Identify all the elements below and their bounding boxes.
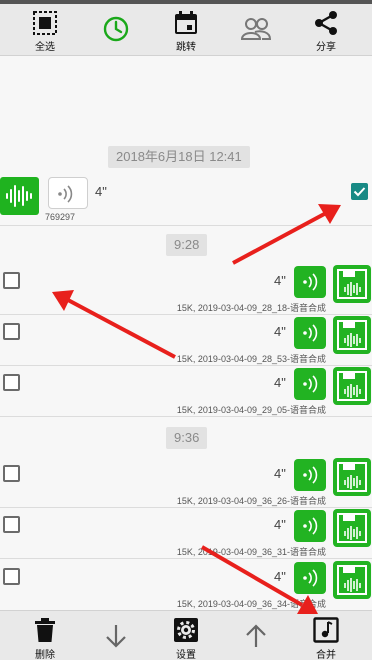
settings-label: 设置 — [176, 650, 196, 660]
audio-file-button[interactable] — [333, 367, 371, 405]
merge-button[interactable]: 合并 — [296, 611, 356, 660]
row-divider — [0, 558, 372, 559]
row-divider — [0, 365, 372, 366]
sender-avatar[interactable] — [0, 177, 39, 215]
file-info: 15K, 2019-03-04-09_29_05-语音合成 — [176, 405, 326, 415]
message-checkbox[interactable] — [3, 323, 20, 340]
clock-icon — [103, 16, 129, 42]
settings-button[interactable]: 设置 — [156, 611, 216, 660]
audio-file-button[interactable] — [333, 458, 371, 496]
voice-wave-icon — [303, 324, 318, 342]
music-note-icon — [313, 617, 339, 643]
row-divider — [0, 416, 372, 417]
audio-file-icon — [337, 565, 367, 595]
voice-bubble[interactable] — [48, 177, 88, 209]
audio-file-button[interactable] — [333, 509, 371, 547]
time-button[interactable] — [86, 4, 146, 56]
arrow-to-list — [52, 290, 176, 359]
share-icon — [315, 11, 337, 35]
file-info: 15K, 2019-03-04-09_36_26-语音合成 — [176, 496, 326, 506]
voice-duration: 4" — [95, 184, 107, 199]
audio-file-icon — [337, 269, 367, 299]
sender-id: 769297 — [45, 212, 76, 222]
merge-label: 合并 — [316, 650, 336, 660]
waveform-icon — [6, 185, 32, 207]
time-separator: 9:36 — [166, 427, 208, 449]
voice-bubble[interactable] — [294, 562, 326, 594]
voice-duration: 4" — [274, 324, 286, 339]
voice-duration: 4" — [274, 466, 286, 481]
contacts-button[interactable] — [226, 4, 286, 56]
voice-wave-icon — [303, 466, 318, 484]
row-divider — [0, 314, 372, 315]
voice-duration: 4" — [274, 375, 286, 390]
voice-bubble[interactable] — [294, 368, 326, 400]
app-screen: 全选 跳转 分享 2018年6月18日 12:41 4" 769297 9:28… — [0, 0, 372, 660]
move-up-button[interactable] — [226, 611, 286, 660]
message-checkbox[interactable] — [3, 465, 20, 482]
message-checkbox[interactable] — [3, 374, 20, 391]
voice-duration: 4" — [274, 517, 286, 532]
check-icon — [353, 187, 366, 197]
audio-file-icon — [337, 371, 367, 401]
calendar-icon — [175, 11, 197, 34]
arrow-up-icon — [246, 624, 266, 647]
select-all-icon — [33, 11, 57, 35]
jump-button[interactable]: 跳转 — [156, 4, 216, 56]
delete-button[interactable]: 删除 — [15, 611, 75, 660]
bottom-toolbar: 删除 设置 合并 — [0, 610, 372, 660]
time-separator: 9:28 — [166, 234, 208, 256]
row-divider — [0, 225, 372, 226]
people-icon — [241, 18, 271, 40]
voice-wave-icon — [303, 273, 318, 291]
voice-duration: 4" — [274, 569, 286, 584]
select-all-button[interactable]: 全选 — [15, 4, 75, 56]
voice-wave-icon — [58, 185, 73, 203]
message-checkbox[interactable] — [3, 516, 20, 533]
voice-bubble[interactable] — [294, 510, 326, 542]
delete-label: 删除 — [35, 650, 55, 660]
audio-file-icon — [337, 462, 367, 492]
jump-label: 跳转 — [176, 42, 196, 53]
voice-bubble[interactable] — [294, 317, 326, 349]
voice-duration: 4" — [274, 273, 286, 288]
message-checkbox[interactable] — [3, 272, 20, 289]
file-info: 15K, 2019-03-04-09_36_34-语音合成 — [176, 599, 326, 609]
voice-wave-icon — [303, 569, 318, 587]
file-info: 15K, 2019-03-04-09_36_31-语音合成 — [176, 547, 326, 557]
voice-wave-icon — [303, 517, 318, 535]
file-info: 15K, 2019-03-04-09_28_53-语音合成 — [176, 354, 326, 364]
gear-icon — [174, 618, 198, 642]
voice-wave-icon — [303, 375, 318, 393]
arrow-to-checkbox — [232, 204, 341, 265]
voice-bubble[interactable] — [294, 266, 326, 298]
file-info: 15K, 2019-03-04-09_28_18-语音合成 — [176, 303, 326, 313]
share-label: 分享 — [316, 42, 336, 53]
timestamp-separator: 2018年6月18日 12:41 — [108, 146, 250, 168]
audio-file-button[interactable] — [333, 265, 371, 303]
audio-file-button[interactable] — [333, 316, 371, 354]
message-checkbox[interactable] — [3, 568, 20, 585]
arrow-down-icon — [106, 625, 126, 648]
voice-bubble[interactable] — [294, 459, 326, 491]
audio-file-icon — [337, 320, 367, 350]
move-down-button[interactable] — [86, 611, 146, 660]
row-divider — [0, 507, 372, 508]
top-toolbar: 全选 跳转 分享 — [0, 4, 372, 56]
trash-icon — [35, 618, 55, 642]
share-button[interactable]: 分享 — [296, 4, 356, 56]
message-checkbox-checked[interactable] — [351, 183, 368, 200]
select-all-label: 全选 — [35, 42, 55, 53]
audio-file-icon — [337, 513, 367, 543]
audio-file-button[interactable] — [333, 561, 371, 599]
